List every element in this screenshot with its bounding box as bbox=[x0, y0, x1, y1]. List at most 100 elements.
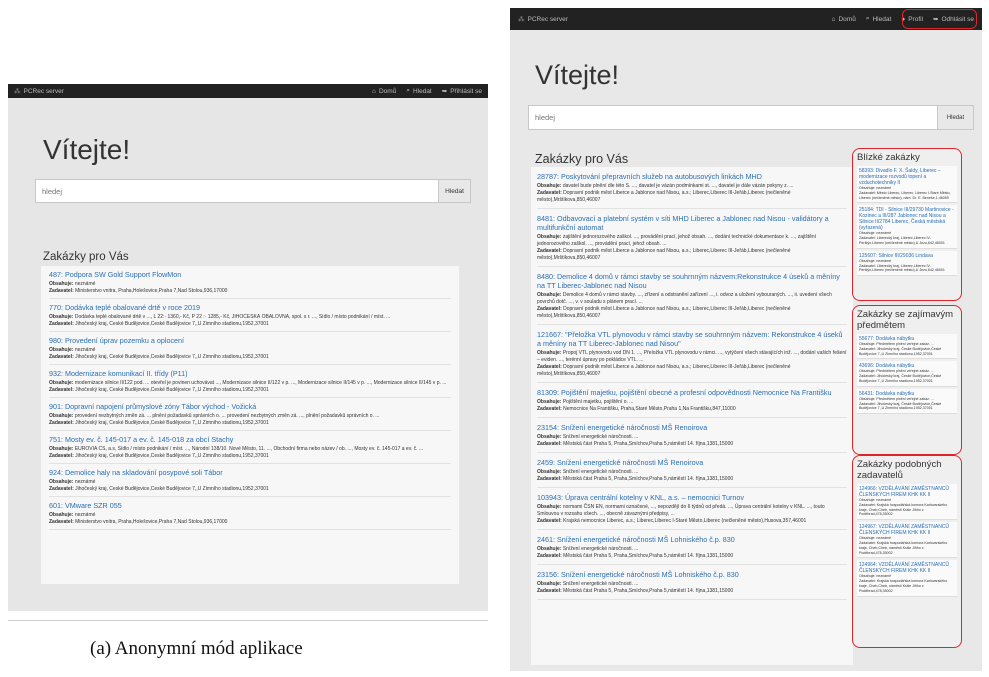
tender-contains: Obsahuje: Snížení energetické náročnosti… bbox=[537, 581, 847, 588]
nav-search[interactable]: ⌕ Hledat bbox=[866, 15, 891, 23]
sidebar-tender-link[interactable]: 58393: Divadlo F. X. Šaldy, Liberec – mo… bbox=[859, 168, 955, 186]
tender-contracting-authority: Zadavatel: Jihočeský kraj, České Budějov… bbox=[49, 486, 451, 493]
tender-contracting-authority: Zadavatel: Městská část Praha 5, Praha,S… bbox=[537, 588, 847, 595]
tender-title-link[interactable]: 901: Dopravní napojení průmyslové zóny T… bbox=[49, 402, 451, 411]
tender-contracting-authority: Zadavatel: Jihočeský kraj, České Budějov… bbox=[49, 420, 451, 427]
field-label: Obsahuje: bbox=[49, 281, 74, 287]
field-value: Dopravní podnik měst Liberce a Jablonce … bbox=[537, 190, 791, 203]
tender-title-link[interactable]: 751: Mosty ev. č. 145-017 a ev. č. 145-0… bbox=[49, 435, 451, 444]
list-item: 770: Dodávka teplé obalované drtě v roce… bbox=[49, 299, 451, 332]
nav-label: Hledat bbox=[412, 87, 432, 95]
tender-title-link[interactable]: 601: VMware SZR 055 bbox=[49, 501, 451, 510]
tender-title-link[interactable]: 28787: Poskytování přepravních služeb na… bbox=[537, 172, 847, 181]
field-value: Snížení energetické náročnosti. ... bbox=[561, 469, 639, 475]
field-label: Obsahuje: bbox=[537, 399, 562, 405]
tender-title-link[interactable]: 980: Provedení úprav pozemku a oplocení bbox=[49, 336, 451, 345]
tender-contracting-authority: Zadavatel: Ministerstvo vnitra, Praha,Ho… bbox=[49, 288, 451, 295]
nav-home[interactable]: ⌂ Domů bbox=[372, 88, 396, 95]
tender-contains: Obsahuje: neznámé bbox=[49, 512, 451, 519]
nav-search[interactable]: ⌕ Hledat bbox=[406, 87, 431, 95]
tender-contracting-authority: Zadavatel: Nemocnice Na Františku, Praha… bbox=[537, 406, 847, 413]
list-item: 601: VMware SZR 055 Obsahuje: neznámé Zada… bbox=[49, 497, 451, 530]
field-value: Jihočeský kraj, České Budějovice,České B… bbox=[73, 354, 269, 360]
field-value: zajištění jednorozového zaškol. ..., pro… bbox=[537, 234, 817, 247]
list-item: 2461: Snížení energetické náročnosti MŠ … bbox=[537, 530, 847, 565]
field-label: Obsahuje: bbox=[537, 504, 562, 510]
sidebar-nearby-tenders: Blízké zakázky 58393: Divadlo F. X. Šaldy… bbox=[852, 148, 962, 301]
field-label: Zadavatel: bbox=[537, 518, 562, 524]
field-label: Zadavatel: bbox=[537, 553, 562, 559]
nav-home[interactable]: ⌂ Domů bbox=[832, 16, 856, 23]
search-button[interactable]: Hledat bbox=[439, 179, 471, 203]
tender-title-link[interactable]: 8480: Demolice 4 domů v rámci stavby se … bbox=[537, 272, 847, 290]
field-value: Jihočeský kraj, České Budějovice,České B… bbox=[73, 486, 269, 492]
tender-title-link[interactable]: 121667: "Přeložka VTL plynovodu v rámci … bbox=[537, 330, 847, 348]
list-item: 8480: Demolice 4 domů v rámci stavby se … bbox=[537, 267, 847, 325]
field-value: Snížení energetické náročnosti. ... bbox=[561, 546, 639, 552]
tender-contracting-authority: Zadavatel: Jihočeský kraj, České Budějov… bbox=[49, 354, 451, 361]
sidebar-list-item: 58393: Divadlo F. X. Šaldy, Liberec – mo… bbox=[857, 166, 957, 204]
tender-title-link[interactable]: 487: Podpora SW Gold Support FlowMon bbox=[49, 270, 451, 279]
tender-title-link[interactable]: 2459: Snížení energetické náročnosti MŠ … bbox=[537, 458, 847, 467]
brand-link[interactable]: ⁂ PCRec server bbox=[518, 15, 568, 24]
field-value: Dodávka teplé obalované drtě v ..., L 22… bbox=[73, 314, 391, 320]
field-label: Zadavatel: bbox=[537, 588, 562, 594]
field-label: Zadavatel: bbox=[49, 453, 74, 459]
nav-menu: ⌂ Domů ⌕ Hledat ➥ Přihlásit se bbox=[362, 87, 482, 95]
sidebar-tender-link[interactable]: 124964: VZDĚLÁVÁNÍ ZAMĚSTNANCŮ ČLENSKÝCH… bbox=[859, 562, 955, 574]
sidebar-similar-contracting: Zakázky podobných zadavatelů 124966: VZDĚ… bbox=[852, 455, 962, 648]
tender-title-link[interactable]: 924: Demolice haly na skladování posypov… bbox=[49, 468, 451, 477]
top-navbar: ⁂ PCRec server ⌂ Domů ⌕ Hledat ➥ Přihlásit se bbox=[8, 84, 488, 98]
sidebar-tender-link[interactable]: 124966: VZDĚLÁVÁNÍ ZAMĚSTNANCŮ ČLENSKÝCH… bbox=[859, 486, 955, 498]
field-value: Jihočeský kraj, České Budějovice,České B… bbox=[73, 453, 269, 459]
field-value: Jihočeský kraj, České Budějovice,České B… bbox=[73, 420, 269, 426]
section-title-recommended: Zakázky pro Vás bbox=[535, 152, 629, 166]
field-value: neznámé bbox=[73, 281, 96, 287]
sidebar-list-item: 124967: VZDĚLÁVÁNÍ ZAMĚSTNANCŮ ČLENSKÝCH… bbox=[857, 522, 957, 559]
tender-title-link[interactable]: 932: Modernizace komunikací II. třídy (P… bbox=[49, 369, 451, 378]
tender-contains: Obsahuje: Snížení energetické náročnosti… bbox=[537, 546, 847, 553]
search-input[interactable] bbox=[528, 105, 938, 130]
page-title: Vítejte! bbox=[43, 134, 131, 165]
field-value: Demolice 4 domů v rámci stavby. ..., zří… bbox=[537, 292, 832, 305]
search-icon: ⌕ bbox=[406, 87, 410, 94]
tender-title-link[interactable]: 770: Dodávka teplé obalované drtě v roce… bbox=[49, 303, 451, 312]
field-value: Pojištění majetku, pojištění o. ... bbox=[561, 399, 634, 405]
tender-title-link[interactable]: 81309: Pojištění majetku, pojištění obec… bbox=[537, 388, 847, 397]
sidebar-tender-detail: Zadavatel: Jihočeský kraj, České Budějov… bbox=[859, 346, 942, 356]
brand-link[interactable]: ⁂ PCRec server bbox=[14, 87, 64, 96]
nav-label: Domů bbox=[838, 15, 856, 23]
search-button[interactable]: Hledat bbox=[938, 105, 974, 130]
sidebar-tender-link[interactable]: 124967: VZDĚLÁVÁNÍ ZAMĚSTNANCŮ ČLENSKÝCH… bbox=[859, 524, 955, 536]
sidebar-tender-link[interactable]: 25184: TDI - Silnice III/29730 Martinovi… bbox=[859, 207, 955, 231]
sidebar-tender-detail: Zadavatel: Jihočeský kraj, České Budějov… bbox=[859, 374, 942, 383]
tender-contracting-authority: Zadavatel: Městská část Praha 5, Praha,S… bbox=[537, 476, 847, 483]
sidebar-list-item: 124964: VZDĚLÁVÁNÍ ZAMĚSTNANCŮ ČLENSKÝCH… bbox=[857, 560, 957, 597]
field-value: normami ČSN EN, normami označené, ..., n… bbox=[537, 504, 825, 517]
list-item: 23154: Snížení energetické náročnosti MŠ… bbox=[537, 418, 847, 453]
server-logo-icon: ⁂ bbox=[518, 16, 525, 23]
sidebar-title: Blízké zakázky bbox=[857, 152, 920, 163]
field-label: Zadavatel: bbox=[49, 486, 74, 492]
tender-title-link[interactable]: 2461: Snížení energetické náročnosti MŠ … bbox=[537, 535, 847, 544]
tender-contracting-authority: Zadavatel: Jihočeský kraj, České Budějov… bbox=[49, 453, 451, 460]
tender-contains: Obsahuje: Pojištění majetku, pojištění o… bbox=[537, 399, 847, 406]
field-label: Obsahuje: bbox=[49, 413, 74, 419]
tender-title-link[interactable]: 23154: Snížení energetické náročnosti MŠ… bbox=[537, 423, 847, 432]
field-value: Dopravní podnik měst Liberce a Jablonce … bbox=[537, 364, 791, 377]
search-input[interactable] bbox=[35, 179, 439, 203]
sidebar-list-item: 25184: TDI - Silnice III/29730 Martinovi… bbox=[857, 205, 957, 249]
tender-title-link[interactable]: 23156: Snížení energetické náročnosti MŠ… bbox=[537, 570, 847, 579]
caption-divider bbox=[8, 620, 488, 621]
sidebar-list-item: 43696: Dodávka nábytku Obsahuje: Předměte… bbox=[857, 361, 957, 387]
nav-label: Hledat bbox=[872, 15, 892, 23]
tender-title-link[interactable]: 8481: Odbavovací a platební systém v sít… bbox=[537, 214, 847, 232]
tender-title-link[interactable]: 103943: Úprava centrální kotelny v KNL, … bbox=[537, 493, 847, 502]
nav-login[interactable]: ➥ Přihlásit se bbox=[442, 87, 482, 96]
tender-contracting-authority: Zadavatel: Dopravní podnik měst Liberce … bbox=[537, 364, 847, 378]
field-value: Dopravní podnik měst Liberce a Jablonce … bbox=[537, 306, 791, 319]
tender-contains: Obsahuje: normami ČSN EN, normami označe… bbox=[537, 504, 847, 518]
field-label: Zadavatel: bbox=[49, 387, 74, 393]
field-label: Zadavatel: bbox=[537, 306, 562, 312]
field-value: Propoj VTL plynovodu vod DN 1. ..., Přel… bbox=[537, 350, 847, 363]
